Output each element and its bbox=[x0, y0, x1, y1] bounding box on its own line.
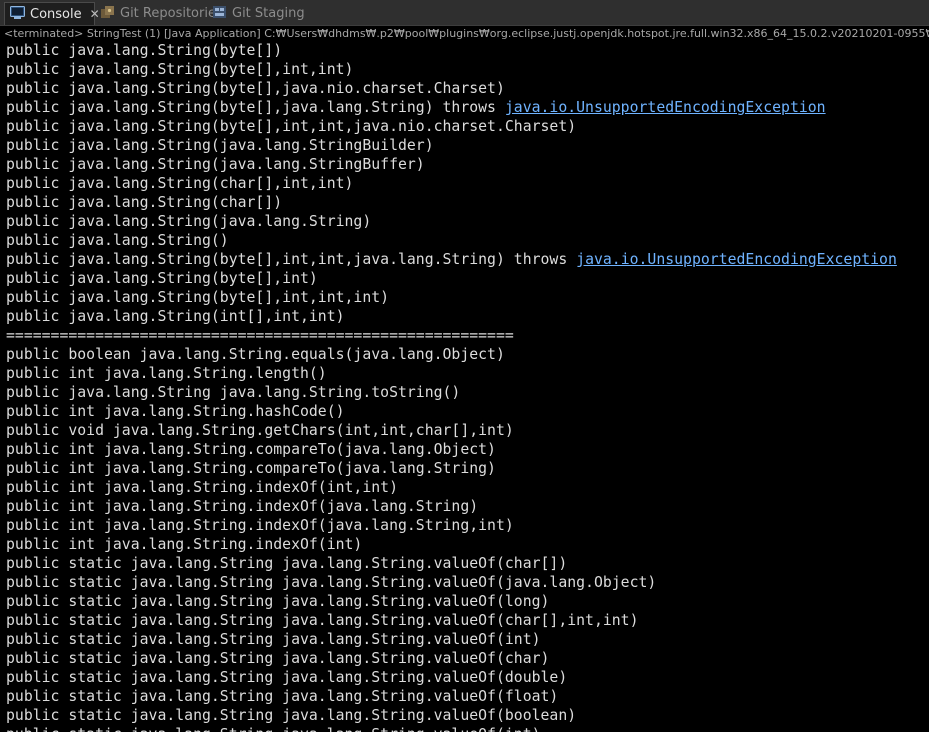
git-staging-icon bbox=[212, 5, 227, 23]
console-line: public int java.lang.String.length() bbox=[6, 364, 929, 383]
console-line-text: public int java.lang.String.hashCode() bbox=[6, 403, 345, 420]
console-line: public static java.lang.String java.lang… bbox=[6, 687, 929, 706]
console-line-text: public java.lang.String() bbox=[6, 232, 229, 249]
console-line-text: public static java.lang.String java.lang… bbox=[6, 612, 639, 629]
console-line-text: public static java.lang.String java.lang… bbox=[6, 669, 568, 686]
console-line: public java.lang.String(char[]) bbox=[6, 193, 929, 212]
console-line-text: public int java.lang.String.indexOf(java… bbox=[6, 498, 479, 515]
console-line-text: public java.lang.String java.lang.String… bbox=[6, 384, 461, 401]
tab-console[interactable]: Console ✕ bbox=[4, 2, 100, 25]
tab-git-staging[interactable]: Git Staging bbox=[212, 2, 305, 25]
console-line-text: public java.lang.String(java.lang.String… bbox=[6, 156, 425, 173]
console-line: public java.lang.String(java.lang.String… bbox=[6, 212, 929, 231]
console-line: public static java.lang.String java.lang… bbox=[6, 649, 929, 668]
console-line: public boolean java.lang.String.equals(j… bbox=[6, 345, 929, 364]
console-line-text: public java.lang.String(java.lang.String… bbox=[6, 213, 372, 230]
console-line-text: public int java.lang.String.indexOf(int,… bbox=[6, 479, 398, 496]
tab-label: Git Staging bbox=[232, 6, 305, 21]
console-line: public int java.lang.String.hashCode() bbox=[6, 402, 929, 421]
console-line: public int java.lang.String.indexOf(java… bbox=[6, 497, 929, 516]
console-line: public static java.lang.String java.lang… bbox=[6, 630, 929, 649]
console-output[interactable]: public java.lang.String(byte[]) public ja… bbox=[0, 41, 929, 732]
console-line-text: public static java.lang.String java.lang… bbox=[6, 650, 550, 667]
console-line-text: public java.lang.String(byte[],int,int,j… bbox=[6, 118, 577, 135]
console-line: public java.lang.String(byte[],int,int,j… bbox=[6, 250, 929, 269]
console-line-text: public static java.lang.String java.lang… bbox=[6, 707, 577, 724]
console-icon bbox=[10, 5, 25, 23]
console-line-text: public java.lang.String(byte[],int,int,j… bbox=[6, 251, 577, 268]
git-repositories-icon bbox=[100, 5, 115, 23]
console-line: public static java.lang.String java.lang… bbox=[6, 668, 929, 687]
process-status-line: <terminated> StringTest (1) [Java Applic… bbox=[0, 26, 929, 41]
close-icon[interactable]: ✕ bbox=[90, 7, 100, 21]
console-line: ========================================… bbox=[6, 326, 929, 345]
console-line: public java.lang.String(java.lang.String… bbox=[6, 155, 929, 174]
console-line-text: public static java.lang.String java.lang… bbox=[6, 726, 541, 732]
console-line: public java.lang.String java.lang.String… bbox=[6, 383, 929, 402]
console-line: public void java.lang.String.getChars(in… bbox=[6, 421, 929, 440]
console-line: public java.lang.String(byte[],int,int) bbox=[6, 60, 929, 79]
console-line-text: public static java.lang.String java.lang… bbox=[6, 555, 568, 572]
console-line-text: public int java.lang.String.indexOf(int) bbox=[6, 536, 363, 553]
console-line-text: public java.lang.String(char[]) bbox=[6, 194, 283, 211]
console-line-text: public static java.lang.String java.lang… bbox=[6, 593, 550, 610]
console-line-text: public static java.lang.String java.lang… bbox=[6, 574, 657, 591]
console-line: public java.lang.String(byte[],java.nio.… bbox=[6, 79, 929, 98]
view-tab-bar: Console ✕ Git Repositories Git Staging bbox=[0, 0, 929, 26]
console-line: public java.lang.String(byte[],int,int,j… bbox=[6, 117, 929, 136]
console-line-text: public java.lang.String(char[],int,int) bbox=[6, 175, 354, 192]
console-line: public int java.lang.String.compareTo(ja… bbox=[6, 440, 929, 459]
tab-label: Console bbox=[30, 6, 82, 22]
console-line-text: public java.lang.String(byte[],java.lang… bbox=[6, 99, 505, 116]
console-line-text: ========================================… bbox=[6, 327, 514, 344]
console-line-text: public int java.lang.String.compareTo(ja… bbox=[6, 441, 496, 458]
console-line: public static java.lang.String java.lang… bbox=[6, 611, 929, 630]
console-line-text: public java.lang.String(java.lang.String… bbox=[6, 137, 434, 154]
tab-label: Git Repositories bbox=[120, 6, 223, 21]
console-line: public java.lang.String() bbox=[6, 231, 929, 250]
console-line: public java.lang.String(byte[]) bbox=[6, 41, 929, 60]
console-line: public static java.lang.String java.lang… bbox=[6, 554, 929, 573]
console-line-text: public java.lang.String(byte[]) bbox=[6, 42, 283, 59]
console-line-text: public java.lang.String(byte[],int) bbox=[6, 270, 318, 287]
console-line: public java.lang.String(byte[],int,int,i… bbox=[6, 288, 929, 307]
console-line: public java.lang.String(byte[],java.lang… bbox=[6, 98, 929, 117]
console-line: public int java.lang.String.compareTo(ja… bbox=[6, 459, 929, 478]
console-line-text: public java.lang.String(byte[],java.nio.… bbox=[6, 80, 505, 97]
tab-git-repositories[interactable]: Git Repositories bbox=[100, 2, 223, 25]
console-line-text: public static java.lang.String java.lang… bbox=[6, 631, 541, 648]
console-line: public java.lang.String(char[],int,int) bbox=[6, 174, 929, 193]
console-line: public java.lang.String(int[],int,int) bbox=[6, 307, 929, 326]
console-line: public java.lang.String(byte[],int) bbox=[6, 269, 929, 288]
console-line: public int java.lang.String.indexOf(int,… bbox=[6, 478, 929, 497]
console-line: public java.lang.String(java.lang.String… bbox=[6, 136, 929, 155]
console-line-text: public void java.lang.String.getChars(in… bbox=[6, 422, 514, 439]
console-line-text: public boolean java.lang.String.equals(j… bbox=[6, 346, 505, 363]
console-line: public int java.lang.String.indexOf(int) bbox=[6, 535, 929, 554]
console-line-text: public java.lang.String(byte[],int,int,i… bbox=[6, 289, 390, 306]
console-line: public static java.lang.String java.lang… bbox=[6, 573, 929, 592]
console-line: public int java.lang.String.indexOf(java… bbox=[6, 516, 929, 535]
console-line-text: public java.lang.String(byte[],int,int) bbox=[6, 61, 354, 78]
console-line: public static java.lang.String java.lang… bbox=[6, 592, 929, 611]
console-line-text: public java.lang.String(int[],int,int) bbox=[6, 308, 345, 325]
console-line: public static java.lang.String java.lang… bbox=[6, 706, 929, 725]
exception-link[interactable]: java.io.UnsupportedEncodingException bbox=[505, 99, 826, 116]
console-line-text: public int java.lang.String.length() bbox=[6, 365, 327, 382]
console-line-text: public int java.lang.String.indexOf(java… bbox=[6, 517, 514, 534]
console-line-text: public int java.lang.String.compareTo(ja… bbox=[6, 460, 496, 477]
console-line: public static java.lang.String java.lang… bbox=[6, 725, 929, 732]
console-line-text: public static java.lang.String java.lang… bbox=[6, 688, 559, 705]
exception-link[interactable]: java.io.UnsupportedEncodingException bbox=[576, 251, 897, 268]
